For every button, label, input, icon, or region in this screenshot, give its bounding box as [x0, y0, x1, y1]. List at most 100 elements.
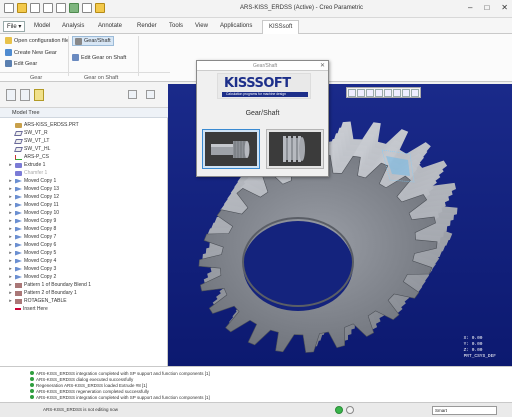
success-icon	[30, 389, 34, 393]
tree-item[interactable]: ▸ Moved Copy 11	[8, 201, 58, 209]
tree-item[interactable]: ▸ Pattern 2 of Boundary 1	[8, 289, 77, 297]
tab-model[interactable]: Model	[34, 23, 50, 29]
window-controls: – □ ✕	[468, 3, 508, 12]
file-menu[interactable]: File ▾	[3, 21, 26, 32]
regen-status-icon[interactable]	[335, 406, 343, 414]
redo-icon[interactable]	[56, 3, 66, 13]
plane-icon	[14, 146, 23, 152]
tab-analysis[interactable]: Analysis	[62, 23, 84, 29]
expand-icon[interactable]: ▸	[8, 290, 13, 296]
tree-settings-icon[interactable]	[128, 90, 137, 99]
expand-icon[interactable]: ▸	[8, 250, 13, 256]
expand-icon[interactable]: ▸	[8, 210, 13, 216]
close-icon[interactable]: ✕	[501, 3, 508, 12]
tree-item[interactable]: SW_VT_HL	[8, 145, 50, 153]
tree-item-label: Moved Copy 9	[24, 218, 57, 224]
selection-filter[interactable]: Smart	[432, 406, 497, 415]
find-icon[interactable]	[346, 406, 354, 414]
tree-item[interactable]: ▸ Pattern 1 of Boundary Blend 1	[8, 281, 91, 289]
undo-icon[interactable]	[43, 3, 53, 13]
tree-item[interactable]: ▸ Moved Copy 7	[8, 233, 56, 241]
windows-icon[interactable]	[82, 3, 92, 13]
new-icon[interactable]	[4, 3, 14, 13]
tree-item[interactable]: Chamfer 1	[8, 169, 47, 177]
expand-icon[interactable]: ▸	[8, 282, 13, 288]
gear-shaft-button[interactable]: Gear/Shaft	[72, 36, 114, 46]
tree-item[interactable]: ▸ Moved Copy 13	[8, 185, 59, 193]
folder-browser-icon[interactable]	[20, 89, 30, 101]
gear-option-button[interactable]	[266, 129, 324, 169]
tree-item[interactable]: ▸ Moved Copy 10	[8, 209, 59, 217]
copy-icon	[15, 210, 22, 216]
tree-item[interactable]: ▸ Moved Copy 4	[8, 257, 56, 265]
edit-gear-on-shaft-button[interactable]: Edit Gear on Shaft	[72, 54, 126, 61]
tree-item[interactable]: Insert Here	[8, 305, 48, 313]
tree-item[interactable]: ARS-KISS_ERDSS.PRT	[8, 121, 79, 129]
expand-icon[interactable]: ▸	[8, 202, 13, 208]
shaft-thumbnail	[205, 132, 257, 166]
expand-icon[interactable]: ▸	[8, 218, 13, 224]
expand-icon[interactable]: ▸	[8, 242, 13, 248]
tree-item[interactable]: ▸ Moved Copy 8	[8, 225, 56, 233]
shaft-icon	[72, 54, 79, 61]
expand-icon[interactable]: ▸	[8, 266, 13, 272]
expand-icon[interactable]: ▸	[8, 226, 13, 232]
minimize-icon[interactable]: –	[468, 3, 472, 12]
tree-item[interactable]: ▸ Moved Copy 12	[8, 193, 59, 201]
tree-item[interactable]: ▸ ROTAGEN_TABLE	[8, 297, 67, 305]
copy-icon	[15, 226, 22, 232]
model-tree: Model Tree ARS-KISS_ERDSS.PRT SW_VT_R SW_V…	[0, 108, 168, 366]
favorites-icon[interactable]	[34, 89, 44, 101]
tab-kisssoft[interactable]: KISSsoft	[262, 20, 300, 34]
tree-item[interactable]: ARS-P_CS	[8, 153, 49, 161]
save-icon[interactable]	[30, 3, 40, 13]
tree-item-label: ARS-KISS_ERDSS.PRT	[24, 122, 79, 128]
expand-icon[interactable]: ▸	[8, 298, 13, 304]
tree-item[interactable]: SW_VT_LT	[8, 137, 49, 145]
expand-icon[interactable]: ▸	[8, 162, 13, 168]
copy-icon	[15, 274, 22, 280]
expand-icon[interactable]: ▸	[8, 258, 13, 264]
tree-item[interactable]: ▸ Moved Copy 2	[8, 273, 56, 281]
maximize-icon[interactable]: □	[484, 3, 489, 12]
tab-tools[interactable]: Tools	[169, 23, 183, 29]
expand-icon[interactable]: ▸	[8, 194, 13, 200]
tab-render[interactable]: Render	[137, 23, 157, 29]
tree-item[interactable]: ▸ Moved Copy 1	[8, 177, 56, 185]
show-icon[interactable]	[146, 90, 155, 99]
tree-item[interactable]: ▸ Moved Copy 3	[8, 265, 56, 273]
shaft-option-button[interactable]	[202, 129, 260, 169]
edit-gear-button[interactable]: Edit Gear	[5, 60, 37, 67]
tree-item[interactable]: ▸ Extrude 1	[8, 161, 45, 169]
tree-item[interactable]: ▸ Moved Copy 5	[8, 249, 56, 257]
ribbon-tabs: File ▾ Model Analysis Annotate Render To…	[0, 18, 512, 34]
title-bar: ARS-KISS_ERDSS (Active) - Creo Parametri…	[0, 0, 512, 18]
copy-icon	[15, 218, 22, 224]
model-tree-tab-icon[interactable]	[6, 89, 16, 101]
expand-icon[interactable]: ▸	[8, 186, 13, 192]
open-icon[interactable]	[17, 3, 27, 13]
tab-applications[interactable]: Applications	[220, 23, 252, 29]
tree-item[interactable]: ▸ Moved Copy 9	[8, 217, 56, 225]
expand-icon[interactable]: ▸	[8, 178, 13, 184]
window-title: ARS-KISS_ERDSS (Active) - Creo Parametri…	[240, 5, 364, 11]
tree-item-label: ROTAGEN_TABLE	[24, 298, 67, 304]
tree-item[interactable]: SW_VT_R	[8, 129, 48, 137]
dialog-title-bar: Gear/Shaft ✕	[197, 61, 328, 71]
expand-icon[interactable]: ▸	[8, 274, 13, 280]
create-new-gear-button[interactable]: Create New Gear	[5, 49, 57, 56]
tab-annotate[interactable]: Annotate	[98, 23, 122, 29]
status-text: ARS-KISS_ERDSS is not editing now	[43, 407, 119, 412]
copy-icon	[15, 178, 22, 184]
open-configuration-button[interactable]: Open configuration file	[5, 37, 69, 44]
tree-item-label: Moved Copy 7	[24, 234, 57, 240]
edit-gear-icon	[5, 60, 12, 67]
regenerate-icon[interactable]	[69, 3, 79, 13]
folder-icon[interactable]	[95, 3, 105, 13]
part-icon	[15, 122, 22, 128]
kisssoft-logo: KISSSOFT Calculation programs for machin…	[217, 73, 311, 99]
tab-view[interactable]: View	[195, 23, 208, 29]
tree-item[interactable]: ▸ Moved Copy 6	[8, 241, 56, 249]
expand-icon[interactable]: ▸	[8, 234, 13, 240]
close-icon[interactable]: ✕	[320, 62, 325, 69]
